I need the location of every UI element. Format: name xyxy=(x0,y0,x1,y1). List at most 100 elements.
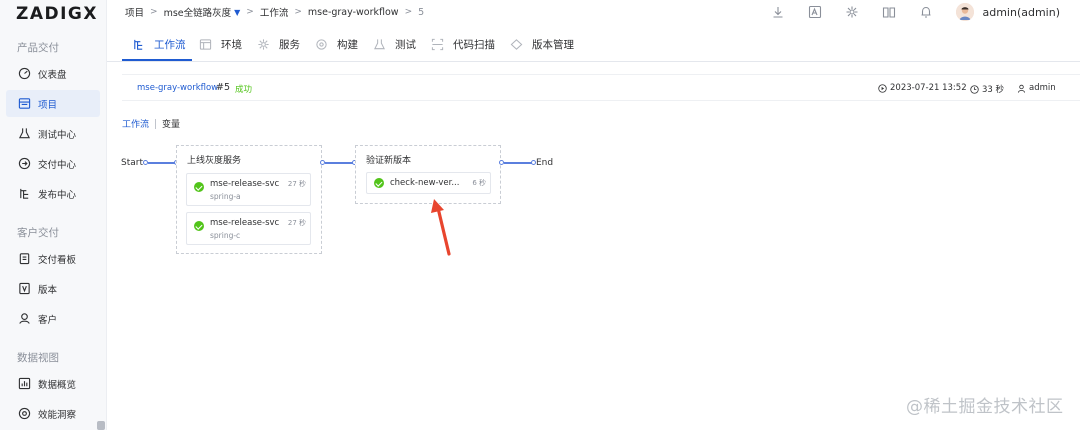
clipboard-icon xyxy=(19,253,30,265)
breadcrumb-separator: > xyxy=(404,7,413,17)
services-icon xyxy=(258,39,269,50)
detail-subtabs: 工作流 变量 xyxy=(122,117,180,130)
workflow-icon xyxy=(134,39,143,50)
tab-label: 服务 xyxy=(279,39,300,51)
tab-version-management[interactable]: 版本管理 xyxy=(510,28,574,61)
sidebar-item-delivery-board[interactable]: 交付看板 xyxy=(6,245,100,272)
sidebar-item-label: 测试中心 xyxy=(38,129,77,141)
environment-icon xyxy=(199,39,212,50)
sidebar-item-efficiency-insight[interactable]: 效能洞察 xyxy=(6,400,100,427)
download-icon[interactable] xyxy=(771,5,785,19)
tab-code-scan[interactable]: 代码扫描 xyxy=(431,28,495,61)
watermark: @稀土掘金技术社区 xyxy=(906,397,1064,417)
dashboard-icon xyxy=(18,67,31,80)
job-duration: 27 秒 xyxy=(287,180,306,188)
top-bar: 项目 > mse全链路灰度 ▼ > 工作流 > mse-gray-workflo… xyxy=(107,0,1080,24)
job-duration: 6 秒 xyxy=(472,179,486,187)
red-arrow-annotation xyxy=(431,199,451,256)
sidebar-item-data-overview[interactable]: 数据概览 xyxy=(6,370,100,397)
sidebar-item-label: 仪表盘 xyxy=(38,69,67,81)
tab-workflow[interactable]: 工作流 xyxy=(132,28,186,61)
subtab-variables[interactable]: 变量 xyxy=(162,117,180,130)
plugin-icon[interactable] xyxy=(845,5,859,19)
docs-icon[interactable] xyxy=(882,5,896,19)
breadcrumb-separator: > xyxy=(294,7,302,17)
run-number: #5 xyxy=(216,82,231,93)
sidebar-item-test-center[interactable]: 测试中心 xyxy=(6,120,100,147)
job-card[interactable]: mse-release-svc spring-a 27 秒 xyxy=(186,173,311,206)
sidebar-section-product-delivery: 产品交付 xyxy=(17,42,59,54)
sidebar: ZADIGX 产品交付 仪表盘 项目 测试中心 交付中心 发布中心 客户交付 交… xyxy=(0,0,107,430)
status-badge: 成功 xyxy=(235,85,253,95)
sidebar-item-label: 效能洞察 xyxy=(38,409,77,421)
run-duration-text: 33 秒 xyxy=(982,85,1005,95)
sidebar-item-label: 版本 xyxy=(38,284,58,296)
bell-icon[interactable] xyxy=(919,5,933,19)
breadcrumb-separator: > xyxy=(246,7,254,17)
translate-icon[interactable] xyxy=(808,5,822,19)
breadcrumb-separator: > xyxy=(150,7,158,17)
sidebar-item-label: 数据概览 xyxy=(38,379,77,391)
pipeline-start-label: Start xyxy=(121,158,143,168)
tab-build[interactable]: 构建 xyxy=(315,28,358,61)
breadcrumb-project-name[interactable]: mse全链路灰度 xyxy=(164,5,232,19)
user-name[interactable]: admin(admin) xyxy=(982,6,1060,19)
user-avatar-icon xyxy=(956,3,975,21)
version-icon xyxy=(19,282,30,295)
subtab-workflow[interactable]: 工作流 xyxy=(122,117,149,130)
run-time: 2023-07-21 13:52 xyxy=(878,83,967,93)
pipeline-connector xyxy=(325,162,355,164)
stage-title: 验证新版本 xyxy=(366,156,412,166)
pipeline-connector xyxy=(148,162,176,164)
stage-title: 上线灰度服务 xyxy=(187,156,242,166)
job-card[interactable]: mse-release-svc spring-c 27 秒 xyxy=(186,212,311,245)
sidebar-item-label: 项目 xyxy=(38,99,58,111)
chart-icon xyxy=(18,377,31,390)
pipeline-connector xyxy=(504,162,533,164)
clock-play-icon xyxy=(878,83,887,93)
insight-icon xyxy=(18,407,31,420)
sidebar-section-data-view: 数据视图 xyxy=(17,352,59,364)
sidebar-item-label: 交付看板 xyxy=(38,254,77,266)
sidebar-scrollbar[interactable] xyxy=(97,421,105,430)
sidebar-section-customer-delivery: 客户交付 xyxy=(17,227,59,239)
caret-down-icon[interactable]: ▼ xyxy=(234,8,240,17)
sidebar-item-label: 发布中心 xyxy=(38,189,77,201)
breadcrumb-workflows[interactable]: 工作流 xyxy=(260,5,289,19)
tab-environment[interactable]: 环境 xyxy=(199,28,242,61)
sidebar-item-dashboard[interactable]: 仪表盘 xyxy=(6,60,100,87)
app-logo[interactable]: ZADIGX xyxy=(16,4,98,24)
sidebar-item-release-center[interactable]: 发布中心 xyxy=(6,180,100,207)
job-duration: 27 秒 xyxy=(287,219,306,227)
flask-icon xyxy=(18,128,31,139)
tab-services[interactable]: 服务 xyxy=(257,28,300,61)
delivery-icon xyxy=(18,157,31,170)
sidebar-item-label: 交付中心 xyxy=(38,159,77,171)
sidebar-item-label: 客户 xyxy=(38,314,58,326)
job-name: check-new-ver... xyxy=(390,178,460,188)
customers-icon xyxy=(19,313,30,324)
breadcrumb-workflow-name[interactable]: mse-gray-workflow xyxy=(308,7,399,18)
tab-label: 测试 xyxy=(395,39,416,51)
run-time-text: 2023-07-21 13:52 xyxy=(890,83,967,93)
tab-test[interactable]: 测试 xyxy=(373,28,416,61)
avatar[interactable] xyxy=(956,3,975,21)
sidebar-item-project[interactable]: 项目 xyxy=(6,90,100,117)
job-card[interactable]: check-new-ver... 6 秒 xyxy=(366,172,491,194)
clock-icon xyxy=(970,84,979,94)
tab-label: 工作流 xyxy=(154,39,186,51)
user-icon xyxy=(1017,84,1026,93)
job-service: spring-c xyxy=(210,231,241,240)
active-tab-indicator xyxy=(122,59,192,61)
tab-label: 构建 xyxy=(337,39,358,51)
subtab-divider xyxy=(155,118,157,129)
sidebar-item-customers[interactable]: 客户 xyxy=(6,305,100,332)
breadcrumb-projects[interactable]: 项目 xyxy=(125,5,144,19)
sidebar-item-version[interactable]: 版本 xyxy=(6,275,100,302)
pipeline-end-label: End xyxy=(536,158,554,168)
flask-icon xyxy=(374,39,385,50)
sidebar-item-delivery-center[interactable]: 交付中心 xyxy=(6,150,100,177)
success-check-icon xyxy=(374,178,384,188)
project-icon xyxy=(18,98,31,109)
workflow-name-link[interactable]: mse-gray-workflow xyxy=(137,83,218,93)
